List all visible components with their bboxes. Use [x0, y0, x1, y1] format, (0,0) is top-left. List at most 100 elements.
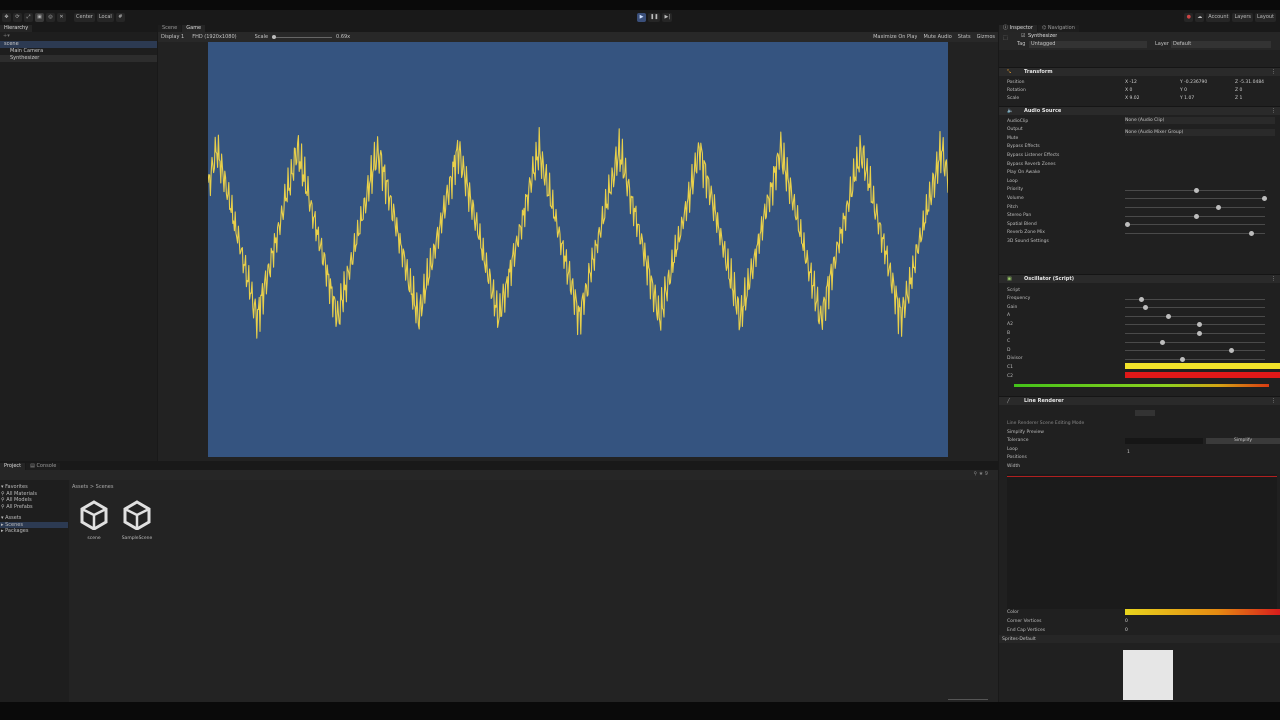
rot-x[interactable]: X 0: [1125, 88, 1132, 93]
icon-size-slider[interactable]: [948, 699, 988, 700]
tab-navigation[interactable]: ⌬ Navigation: [1037, 25, 1079, 32]
slider-knob[interactable]: [1180, 356, 1186, 362]
play-icon[interactable]: ▶: [637, 12, 647, 22]
c2-gradient[interactable]: [1125, 372, 1280, 378]
c1-gradient[interactable]: [1125, 363, 1280, 369]
slider-knob[interactable]: [1249, 230, 1255, 236]
simplify-button[interactable]: Simplify: [1206, 438, 1280, 444]
scale-tool-icon[interactable]: ⤢: [24, 12, 33, 22]
kebab-menu-icon[interactable]: ⋮: [1271, 276, 1276, 283]
field-slider[interactable]: [1125, 205, 1265, 210]
maximize-toggle[interactable]: Maximize On Play: [873, 34, 917, 41]
slider-knob[interactable]: [1216, 205, 1222, 210]
edit-points-button[interactable]: [1135, 410, 1155, 416]
layers-dropdown[interactable]: Layers: [1232, 12, 1254, 22]
mute-toggle[interactable]: Mute Audio: [923, 34, 951, 41]
project-search-icon[interactable]: ⚲ ★ 9: [973, 471, 988, 478]
width-curve-editor[interactable]: [1007, 474, 1277, 609]
display-dropdown[interactable]: Display 1: [161, 34, 184, 41]
folder-packages[interactable]: ▸ Packages: [0, 528, 68, 535]
scale-z[interactable]: Z 1: [1235, 96, 1242, 101]
rot-z[interactable]: Z 0: [1235, 88, 1242, 93]
field-slider[interactable]: [1125, 230, 1265, 236]
slider-knob[interactable]: [1166, 313, 1172, 319]
rect-tool-icon[interactable]: ▣: [35, 12, 44, 22]
scale-x[interactable]: X 9.02: [1125, 96, 1140, 101]
hierarchy-item-synthesizer[interactable]: Synthesizer: [0, 55, 157, 62]
tab-project[interactable]: Project: [0, 463, 26, 470]
field-slider[interactable]: [1125, 356, 1265, 362]
scale-slider[interactable]: [272, 34, 333, 39]
kebab-menu-icon[interactable]: ⋮: [1271, 69, 1276, 76]
kebab-menu-icon[interactable]: ⋮: [1271, 398, 1276, 405]
pivot-local-button[interactable]: Local: [96, 12, 114, 22]
cloud-icon[interactable]: ☁: [1195, 12, 1205, 22]
line-renderer-header[interactable]: ╱ Line Renderer ⋮: [999, 396, 1280, 405]
collab-icon[interactable]: ●: [1184, 12, 1194, 22]
favorites-item[interactable]: ⚲ All Prefabs: [0, 504, 68, 511]
tab-game[interactable]: Game: [182, 25, 206, 32]
field-slider[interactable]: [1125, 187, 1265, 193]
slider-knob[interactable]: [1142, 305, 1148, 311]
transform-header[interactable]: ⤡ Transform ⋮: [999, 67, 1280, 76]
field-slider[interactable]: [1125, 331, 1265, 336]
layer-dropdown[interactable]: Default: [1171, 41, 1271, 48]
material-header[interactable]: Sprites-Default: [999, 635, 1280, 643]
field-slider[interactable]: [1125, 313, 1265, 319]
field-slider[interactable]: [1125, 196, 1267, 202]
hierarchy-item-scene[interactable]: scene: [0, 41, 157, 48]
pause-icon[interactable]: ❚❚: [648, 12, 661, 22]
oscillator-header[interactable]: ▣ Oscillator (Script) ⋮: [999, 274, 1280, 283]
transform-tool-icon[interactable]: ◎: [46, 12, 55, 22]
field-slider[interactable]: [1125, 305, 1265, 311]
object-field[interactable]: None (Audio Mixer Group): [1125, 129, 1275, 136]
field-slider[interactable]: [1125, 296, 1265, 302]
field-slider[interactable]: [1125, 222, 1265, 228]
slider-knob[interactable]: [1228, 348, 1234, 354]
add-icon[interactable]: +▾: [3, 33, 10, 40]
pos-x[interactable]: X -12: [1125, 80, 1137, 85]
pos-y[interactable]: Y -0.236790: [1180, 80, 1207, 85]
slider-knob[interactable]: [1196, 331, 1202, 336]
hierarchy-item-main-camera[interactable]: Main Camera: [0, 48, 157, 55]
tab-inspector[interactable]: ⓘ Inspector: [999, 25, 1037, 32]
asset-sample-scene[interactable]: SampleScene: [117, 500, 157, 541]
grid-icon[interactable]: #: [115, 12, 125, 22]
object-field[interactable]: None (Audio Clip): [1125, 117, 1275, 124]
resolution-dropdown[interactable]: FHD (1920x1080): [192, 34, 236, 41]
tolerance-field[interactable]: 1: [1125, 438, 1203, 455]
slider-knob[interactable]: [1196, 322, 1202, 328]
audio-source-header[interactable]: 🔈 Audio Source ⋮: [999, 106, 1280, 115]
slider-knob[interactable]: [1194, 187, 1199, 193]
field-slider[interactable]: [1125, 322, 1265, 328]
rotate-tool-icon[interactable]: ⟳: [13, 12, 22, 22]
field-slider[interactable]: [1125, 213, 1265, 219]
slider-knob[interactable]: [1159, 339, 1165, 345]
rot-y[interactable]: Y 0: [1180, 88, 1187, 93]
tab-console[interactable]: ▤ Console: [26, 463, 61, 470]
object-name-field[interactable]: Synthesizer: [1028, 33, 1057, 40]
slider-knob[interactable]: [1125, 222, 1130, 228]
pos-z[interactable]: Z -5.31.0484: [1235, 80, 1264, 85]
tag-dropdown[interactable]: Untagged: [1029, 41, 1147, 48]
asset-scene[interactable]: scene: [74, 500, 114, 541]
kebab-menu-icon[interactable]: ⋮: [1271, 108, 1276, 115]
field-slider[interactable]: [1125, 348, 1265, 354]
move-tool-icon[interactable]: ✥: [2, 12, 11, 22]
step-icon[interactable]: ▶|: [662, 12, 672, 22]
tab-scene[interactable]: Scene: [158, 25, 182, 32]
game-view[interactable]: [208, 42, 948, 457]
field-slider[interactable]: [1125, 339, 1265, 345]
scale-y[interactable]: Y 1.07: [1180, 96, 1194, 101]
pivot-center-button[interactable]: Center: [74, 12, 95, 22]
layout-dropdown[interactable]: Layout: [1255, 12, 1277, 22]
slider-knob[interactable]: [1194, 213, 1199, 219]
custom-tool-icon[interactable]: ✕: [57, 12, 66, 22]
tab-hierarchy[interactable]: Hierarchy: [0, 25, 33, 32]
gizmos-dropdown[interactable]: Gizmos: [977, 34, 995, 41]
slider-knob[interactable]: [1138, 296, 1144, 302]
color-gradient-field[interactable]: [1125, 609, 1280, 615]
account-dropdown[interactable]: Account: [1206, 12, 1231, 22]
slider-knob[interactable]: [1261, 196, 1267, 202]
hierarchy-search[interactable]: +▾: [0, 32, 157, 41]
